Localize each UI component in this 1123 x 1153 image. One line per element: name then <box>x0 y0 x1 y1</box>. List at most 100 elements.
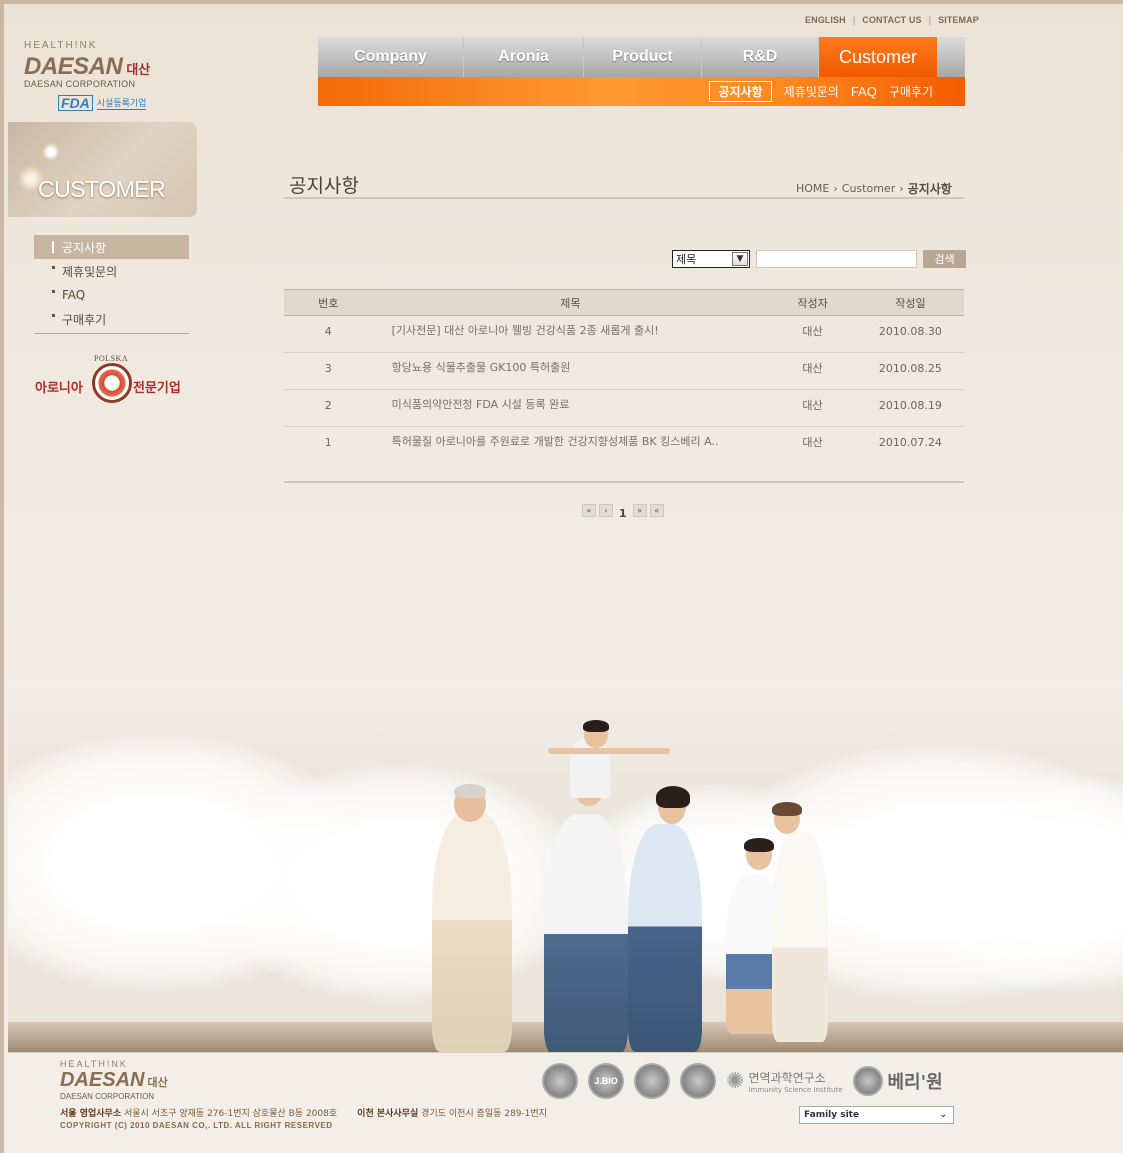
sitemap-link[interactable]: SITEMAP <box>938 15 979 25</box>
footer-brand-ko: 대산 <box>147 1076 168 1089</box>
subnav-notice[interactable]: 공지사항 <box>709 81 772 102</box>
side-item-faq[interactable]: FAQ <box>34 283 189 307</box>
table-row: 1 특허물질 아로니아를 주원료로 개발한 건강지향성제품 BK 킹스베리 A.… <box>284 426 964 483</box>
flower-icon <box>41 142 61 162</box>
footer-address: 서울 영업사무소 서울시 서초구 양재동 276-1번지 삼호물산 B동 200… <box>60 1106 547 1119</box>
row-author: 대산 <box>768 352 857 390</box>
icheon-office-label: 이천 본사사무실 <box>357 1109 419 1119</box>
notice-table: 번호 제목 작성자 작성일 4 [기사전문] 대산 아로니아 웰빙 건강식품 2… <box>284 289 964 483</box>
row-subject-link[interactable]: 특허물질 아로니아를 주원료로 개발한 건강지향성제품 BK 킹스베리 A.. <box>392 435 719 448</box>
row-date: 2010.08.30 <box>856 315 964 353</box>
badge-top: POLSKA <box>94 354 129 363</box>
seoul-office-label: 서울 영업사무소 <box>60 1109 122 1119</box>
header-author: 작성자 <box>768 289 857 316</box>
search-field-select[interactable]: 제목 ▼ <box>672 250 750 268</box>
nav-company[interactable]: Company <box>318 37 464 77</box>
last-page-icon[interactable]: « <box>649 504 664 517</box>
row-num: 2 <box>284 389 373 427</box>
subnav-inquiry[interactable]: 제휴및문의 <box>784 83 839 100</box>
side-item-inquiry[interactable]: 제휴및문의 <box>34 259 189 283</box>
family-site-label: Family site <box>804 1110 860 1120</box>
page-number[interactable]: 1 <box>616 507 630 520</box>
round-seal-icon <box>680 1063 716 1099</box>
row-author: 대산 <box>768 426 857 483</box>
family-scene-image <box>8 694 1123 1052</box>
subnav-faq[interactable]: FAQ <box>851 84 877 99</box>
icheon-office-address: 경기도 이천시 증일동 289-1번지 <box>421 1109 547 1119</box>
nav-aronia[interactable]: Aronia <box>464 37 584 77</box>
divider <box>284 197 964 199</box>
footer-logo-tagline: HEALTH!NK <box>60 1059 128 1069</box>
page-title: 공지사항 <box>289 175 359 197</box>
footer: HEALTH!NK DAESAN 대산 DAESAN CORPORATION 서… <box>8 1052 1123 1153</box>
search-input[interactable] <box>756 250 917 268</box>
aronia-expert-badge[interactable]: POLSKA 아로니아 전문기업 <box>35 354 189 406</box>
row-subject-link[interactable]: 항당뇨용 식물추출물 GK100 특허출원 <box>392 361 571 374</box>
chevron-down-icon: ▼ <box>732 252 748 266</box>
emblem-icon <box>634 1063 670 1099</box>
header-subject: 제목 <box>372 289 769 316</box>
berryone-logo: 베리'원 <box>852 1066 943 1096</box>
header-num: 번호 <box>284 289 373 316</box>
search-button[interactable]: 검색 <box>923 250 966 268</box>
logo-corp: DAESAN CORPORATION <box>24 79 136 89</box>
row-subject-link[interactable]: [기사전문] 대산 아로니아 웰빙 건강식품 2종 새롭게 출시! <box>392 324 659 337</box>
utility-links: ENGLISH | CONTACT US | SITEMAP <box>805 15 979 25</box>
footer-corp: DAESAN CORPORATION <box>60 1092 155 1101</box>
chevron-right-icon: › <box>833 182 838 195</box>
institute-name-en: Immunity Science Institute <box>748 1085 843 1094</box>
footer-logo: HEALTH!NK DAESAN 대산 DAESAN CORPORATION <box>60 1059 168 1101</box>
row-num: 4 <box>284 315 373 353</box>
eagle-seal-icon <box>542 1063 578 1099</box>
contact-us-link[interactable]: CONTACT US <box>862 15 921 25</box>
institute-name: 면역과학연구소 <box>748 1070 826 1085</box>
footer-brand-en: DAESAN <box>60 1069 145 1091</box>
jbio-logo: J.BIO <box>588 1063 624 1099</box>
row-author: 대산 <box>768 315 857 353</box>
nav-rnd[interactable]: R&D <box>702 37 819 77</box>
row-num: 3 <box>284 352 373 390</box>
row-date: 2010.07.24 <box>856 426 964 483</box>
side-item-review[interactable]: 구매후기 <box>34 307 189 331</box>
next-page-icon[interactable]: » <box>632 504 647 517</box>
copyright: COPYRIGHT (C) 2010 DAESAN CO,. LTD. ALL … <box>60 1121 333 1130</box>
english-link[interactable]: ENGLISH <box>805 15 846 25</box>
table-header: 번호 제목 작성자 작성일 <box>284 289 964 316</box>
side-visual: CUSTOMER <box>8 122 197 217</box>
logo-brand-en: DAESAN <box>24 53 123 80</box>
breadcrumb-section[interactable]: Customer <box>842 182 895 195</box>
row-subject-link[interactable]: 미식품의약안전청 FDA 시설 등록 완료 <box>392 398 570 411</box>
sub-nav: 공지사항 제휴및문의 FAQ 구매후기 <box>318 77 965 106</box>
row-date: 2010.08.25 <box>856 352 964 390</box>
table-row: 4 [기사전문] 대산 아로니아 웰빙 건강식품 2종 새롭게 출시! 대산 2… <box>284 315 964 353</box>
breadcrumb-current: 공지사항 <box>907 182 952 196</box>
nav-product[interactable]: Product <box>584 37 702 77</box>
site-logo[interactable]: HEALTH!NK DAESAN 대산 DAESAN CORPORATION <box>24 40 194 89</box>
logo-brand-ko: 대산 <box>126 63 151 78</box>
family-site-select[interactable]: Family site ⌄ <box>799 1106 954 1124</box>
chevron-right-icon: › <box>899 182 904 195</box>
berryone-emblem-icon <box>852 1066 883 1096</box>
breadcrumb-home[interactable]: HOME <box>796 182 829 195</box>
header-date: 작성일 <box>856 289 964 316</box>
row-num: 1 <box>284 426 373 483</box>
certification-logos: J.BIO ✺ 면역과학연구소 Immunity Science Institu… <box>542 1063 943 1099</box>
badge-left: 아로니아 <box>35 381 83 396</box>
row-date: 2010.08.19 <box>856 389 964 427</box>
side-item-notice[interactable]: 공지사항 <box>34 235 189 259</box>
search-bar: 제목 ▼ 검색 <box>672 250 966 268</box>
seoul-office-address: 서울시 서초구 양재동 276-1번지 삼호물산 B동 2008호 <box>123 1109 338 1119</box>
subnav-review[interactable]: 구매후기 <box>889 83 933 100</box>
badge-right: 전문기업 <box>133 381 181 396</box>
divider <box>34 333 189 334</box>
institute-emblem-icon: ✺ <box>726 1068 745 1094</box>
breadcrumb: HOME › Customer › 공지사항 <box>796 180 952 197</box>
main-nav: Company Aronia Product R&D Customer <box>318 37 965 77</box>
first-page-icon[interactable]: « <box>582 504 596 517</box>
prev-page-icon[interactable]: ‹ <box>599 504 613 517</box>
side-menu: 공지사항 제휴및문의 FAQ 구매후기 <box>34 235 189 334</box>
nav-customer[interactable]: Customer <box>819 37 937 77</box>
chevron-down-icon: ⌄ <box>939 1110 947 1120</box>
berryone-text: 베리'원 <box>887 1072 943 1093</box>
fda-text: 시설등록기업 <box>96 96 147 110</box>
